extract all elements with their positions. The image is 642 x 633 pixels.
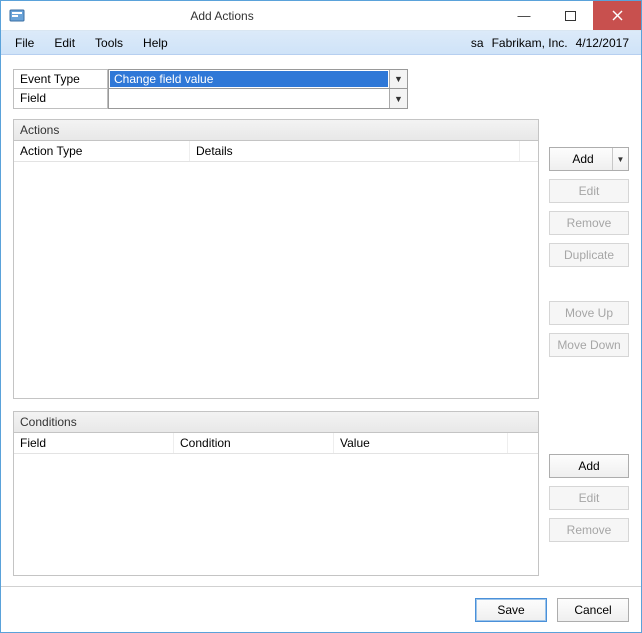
conditions-panel: Conditions Field Condition Value xyxy=(13,411,539,576)
actions-movedown-button[interactable]: Move Down xyxy=(549,333,629,357)
window: Add Actions — File Edit Tools Help sa Fa… xyxy=(0,0,642,633)
right-column: Add ▼ Edit Remove Duplicate Move Up Move… xyxy=(549,119,629,576)
menu-items: File Edit Tools Help xyxy=(5,31,178,54)
status-user: sa xyxy=(469,36,486,50)
menu-status: sa Fabrikam, Inc. 4/12/2017 xyxy=(469,31,637,54)
conditions-edit-button[interactable]: Edit xyxy=(549,486,629,510)
actions-add-button[interactable]: Add ▼ xyxy=(549,147,629,171)
menu-edit[interactable]: Edit xyxy=(44,31,85,54)
menubar: File Edit Tools Help sa Fabrikam, Inc. 4… xyxy=(1,31,641,55)
window-controls: — xyxy=(501,1,641,30)
actions-col-spacer xyxy=(520,141,538,161)
conditions-col-spacer xyxy=(508,433,538,453)
actions-col-actiontype[interactable]: Action Type xyxy=(14,141,190,161)
close-button[interactable] xyxy=(593,1,641,30)
status-date: 4/12/2017 xyxy=(574,36,631,50)
conditions-col-field[interactable]: Field xyxy=(14,433,174,453)
actions-remove-button[interactable]: Remove xyxy=(549,211,629,235)
actions-duplicate-button[interactable]: Duplicate xyxy=(549,243,629,267)
actions-header-row: Action Type Details xyxy=(14,141,538,162)
main-area: Actions Action Type Details Conditions F… xyxy=(13,119,629,576)
menu-file[interactable]: File xyxy=(5,31,44,54)
field-label: Field xyxy=(13,89,108,109)
chevron-down-icon[interactable]: ▼ xyxy=(389,70,407,88)
conditions-add-button[interactable]: Add xyxy=(549,454,629,478)
conditions-col-condition[interactable]: Condition xyxy=(174,433,334,453)
chevron-down-icon[interactable]: ▼ xyxy=(389,89,407,108)
actions-panel-title: Actions xyxy=(14,120,538,141)
menu-tools[interactable]: Tools xyxy=(85,31,133,54)
save-button[interactable]: Save xyxy=(475,598,547,622)
event-type-value: Change field value xyxy=(110,71,388,87)
conditions-col-value[interactable]: Value xyxy=(334,433,508,453)
cancel-button[interactable]: Cancel xyxy=(557,598,629,622)
titlebar: Add Actions — xyxy=(1,1,641,31)
menu-help[interactable]: Help xyxy=(133,31,178,54)
content: Event Type Change field value ▼ Field ▼ … xyxy=(1,55,641,586)
maximize-button[interactable] xyxy=(547,1,593,30)
caret-down-icon[interactable]: ▼ xyxy=(612,148,628,170)
button-label: Add xyxy=(572,152,593,166)
conditions-body[interactable] xyxy=(14,454,538,575)
actions-panel: Actions Action Type Details xyxy=(13,119,539,399)
conditions-header-row: Field Condition Value xyxy=(14,433,538,454)
actions-moveup-button[interactable]: Move Up xyxy=(549,301,629,325)
actions-edit-button[interactable]: Edit xyxy=(549,179,629,203)
event-form: Event Type Change field value ▼ Field ▼ xyxy=(13,69,629,109)
conditions-remove-button[interactable]: Remove xyxy=(549,518,629,542)
footer: Save Cancel xyxy=(1,586,641,632)
minimize-button[interactable]: — xyxy=(501,1,547,30)
left-column: Actions Action Type Details Conditions F… xyxy=(13,119,539,576)
status-company: Fabrikam, Inc. xyxy=(490,36,570,50)
field-combo[interactable]: ▼ xyxy=(108,89,408,109)
window-title: Add Actions xyxy=(0,9,501,23)
field-value xyxy=(109,89,389,108)
event-type-label: Event Type xyxy=(13,69,108,89)
actions-col-details[interactable]: Details xyxy=(190,141,520,161)
conditions-panel-title: Conditions xyxy=(14,412,538,433)
actions-body[interactable] xyxy=(14,162,538,398)
event-type-combo[interactable]: Change field value ▼ xyxy=(108,69,408,89)
